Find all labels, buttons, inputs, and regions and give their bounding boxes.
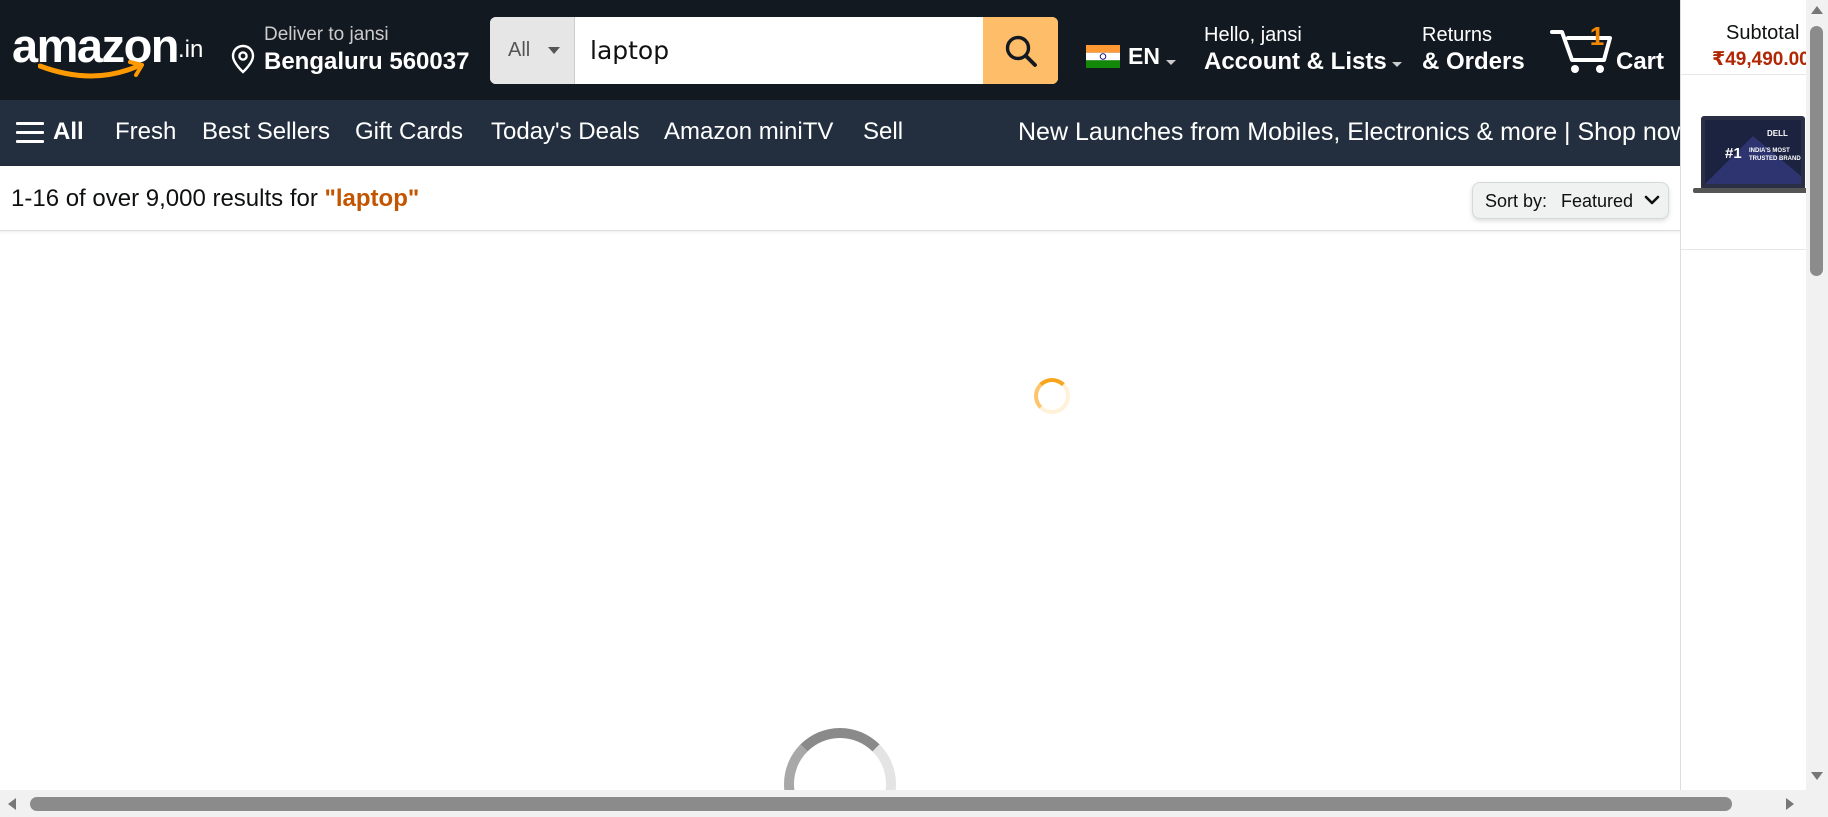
hamburger-menu-icon: [16, 122, 44, 144]
nav-link-amazon-minitv[interactable]: Amazon miniTV: [664, 118, 833, 146]
scroll-down-arrow-icon[interactable]: [1811, 772, 1823, 780]
scroll-up-arrow-icon[interactable]: [1811, 6, 1823, 14]
scroll-left-arrow-icon[interactable]: [8, 798, 16, 810]
svg-text:TRUSTED BRAND: TRUSTED BRAND: [1749, 156, 1801, 162]
svg-text:#1: #1: [1725, 145, 1742, 162]
top-nav: amazon .in Deliver to jansi Bengaluru 56…: [0, 0, 1680, 100]
cart-button[interactable]: 1 Cart: [1550, 18, 1675, 82]
cart-count: 1: [1589, 21, 1605, 51]
sort-dropdown[interactable]: Sort by: Featured: [1472, 182, 1669, 219]
chevron-down-icon: [1644, 195, 1660, 205]
search-bar: All: [490, 17, 1058, 84]
caret-down-icon: [548, 47, 560, 54]
returns-and-orders[interactable]: Returns & Orders: [1422, 22, 1532, 78]
caret-down-icon: [1166, 60, 1176, 65]
search-category-label: All: [508, 39, 531, 61]
language-code: EN: [1128, 43, 1160, 69]
nav-link-sell[interactable]: Sell: [863, 118, 903, 146]
returns-line2: & Orders: [1422, 48, 1525, 75]
caret-down-icon: [1392, 62, 1402, 67]
secondary-nav: All Fresh Best Sellers Gift Cards Today'…: [0, 100, 1689, 166]
search-icon: [1005, 35, 1037, 67]
horizontal-scroll-thumb[interactable]: [30, 797, 1732, 811]
horizontal-scrollbar[interactable]: [0, 790, 1828, 817]
nav-link-gift-cards[interactable]: Gift Cards: [355, 118, 463, 146]
nav-link-best-sellers[interactable]: Best Sellers: [202, 118, 330, 146]
deliver-line1: Deliver to jansi: [264, 24, 389, 45]
language-selector[interactable]: EN: [1086, 42, 1186, 72]
sort-label: Sort by:: [1485, 191, 1548, 211]
account-greeting: Hello, jansi: [1204, 24, 1302, 46]
results-query: "laptop": [324, 185, 420, 212]
returns-line1: Returns: [1422, 24, 1493, 46]
scroll-right-arrow-icon[interactable]: [1786, 798, 1794, 810]
account-label: Account & Lists: [1204, 48, 1387, 75]
cart-label: Cart: [1616, 48, 1665, 75]
results-info-bar: 1-16 of over 9,000 results for "laptop" …: [0, 166, 1680, 231]
page: amazon .in Deliver to jansi Bengaluru 56…: [0, 0, 1828, 817]
results-count: 1-16 of over 9,000 results for "laptop": [11, 185, 419, 213]
divider: [1681, 249, 1806, 250]
results-area: [0, 232, 1680, 790]
account-and-lists[interactable]: Hello, jansi Account & Lists: [1204, 22, 1404, 78]
promo-banner-link[interactable]: New Launches from Mobiles, Electronics &…: [1018, 118, 1689, 147]
nav-link-todays-deals[interactable]: Today's Deals: [491, 118, 640, 146]
svg-text:DELL: DELL: [1767, 129, 1788, 138]
location-pin-icon: [231, 44, 255, 74]
india-flag-icon: [1086, 45, 1120, 68]
loading-spinner-large: [784, 728, 896, 790]
amazon-logo[interactable]: amazon .in: [12, 16, 217, 79]
search-input[interactable]: [575, 17, 974, 84]
vertical-scroll-thumb[interactable]: [1810, 26, 1823, 276]
all-menu-label: All: [53, 118, 84, 145]
side-cart-panel: Subtotal ₹49,490.00 DELL #1 INDIA'S MOST…: [1680, 0, 1806, 790]
search-category-dropdown[interactable]: All: [490, 17, 575, 84]
subtotal-price: ₹49,490.00: [1712, 49, 1806, 70]
vertical-scrollbar[interactable]: [1806, 0, 1828, 790]
results-summary: 1-16 of over 9,000 results for: [11, 185, 325, 212]
svg-text:INDIA'S MOST: INDIA'S MOST: [1749, 148, 1790, 154]
nav-link-fresh[interactable]: Fresh: [115, 118, 176, 146]
logo-smile-icon: [38, 60, 144, 79]
cart-item-thumbnail[interactable]: DELL #1 INDIA'S MOST TRUSTED BRAND: [1693, 116, 1806, 200]
deliver-location: Bengaluru 560037: [264, 48, 470, 75]
search-button[interactable]: [983, 17, 1058, 84]
sort-value: Featured: [1561, 191, 1634, 211]
subtotal-label: Subtotal: [1726, 22, 1800, 44]
logo-tld: .in: [178, 36, 204, 63]
divider: [1681, 74, 1806, 75]
deliver-to[interactable]: Deliver to jansi Bengaluru 560037: [230, 22, 470, 78]
